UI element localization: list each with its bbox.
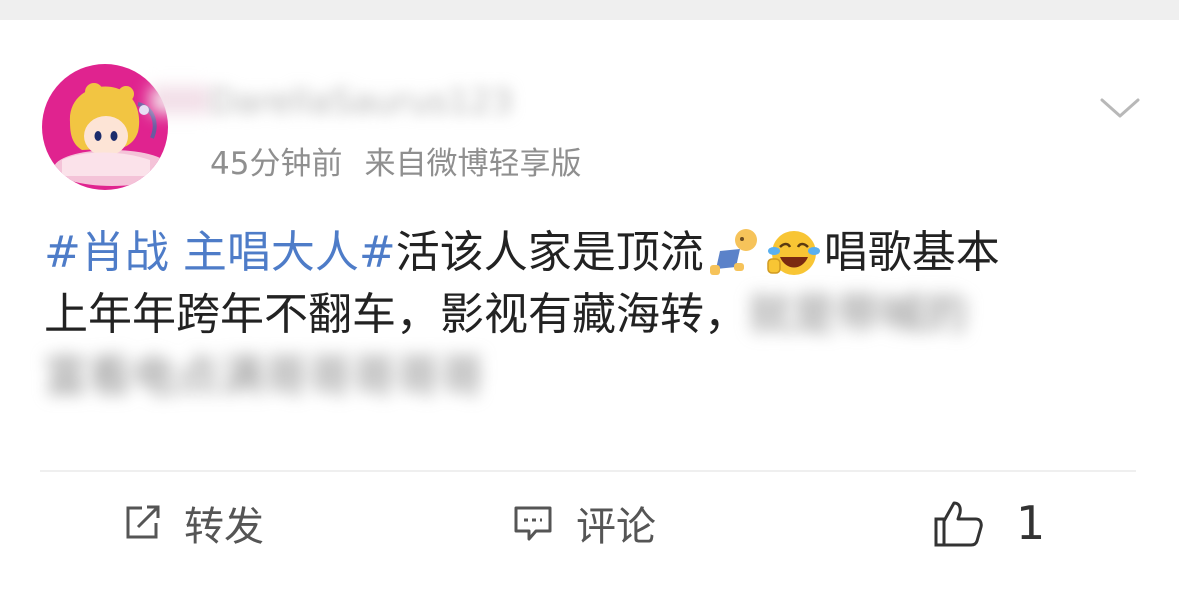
post-content: #肖战 主唱大人# 活该人家是顶流 唱歌基本 上年年跨年不翻车，影视有藏海转， 就是… xyxy=(44,222,1154,408)
blurred-text: 就是带喊的 xyxy=(748,289,968,340)
like-count: 1 xyxy=(1016,496,1046,550)
avatar-illustration xyxy=(54,83,168,186)
like-button[interactable]: 1 xyxy=(932,496,1046,550)
thumbs-up-icon xyxy=(934,501,983,547)
repost-label: 转发 xyxy=(184,504,264,550)
comment-label: 评论 xyxy=(576,504,656,550)
comment-icon xyxy=(514,506,552,541)
post-time: 45分钟前 xyxy=(210,146,343,182)
post-text-end: 唱歌基本 xyxy=(823,227,1000,278)
post-meta: 45分钟前 来自微博轻享版 xyxy=(210,142,581,186)
post-line-3: 富看电点满哥哥哥哥哥 xyxy=(44,346,1154,408)
laughing-crying-emoji xyxy=(766,231,820,275)
avatar[interactable] xyxy=(42,64,168,190)
topic-link[interactable]: #肖战 主唱大人# xyxy=(44,222,396,284)
post-source[interactable]: 来自微博轻享版 xyxy=(364,146,581,182)
comment-button[interactable]: 评论 xyxy=(512,498,656,550)
post-line-2: 上年年跨年不翻车，影视有藏海转， 就是带喊的 xyxy=(44,284,1154,346)
blurred-text-line3: 富看电点满哥哥哥哥哥 xyxy=(44,351,484,402)
repost-icon xyxy=(126,505,160,539)
top-strip xyxy=(0,0,1179,20)
divider xyxy=(40,470,1136,472)
post-text: 活该人家是顶流 xyxy=(395,227,704,278)
baby-bottle-emoji xyxy=(709,229,757,275)
username-mask-shade xyxy=(150,86,210,114)
repost-button[interactable]: 转发 xyxy=(122,498,264,550)
chevron-down-icon[interactable] xyxy=(1098,94,1142,124)
bottom-fade-overlay xyxy=(880,552,1179,599)
post-text-line2: 上年年跨年不翻车，影视有藏海转， xyxy=(44,289,748,340)
username[interactable]: DarellaSaurus123 xyxy=(210,80,570,124)
post-line-1: #肖战 主唱大人# 活该人家是顶流 唱歌基本 xyxy=(44,222,1154,284)
weibo-post-card: DarellaSaurus123 45分钟前 来自微博轻享版 #肖战 主唱大人# 活… xyxy=(0,20,1179,599)
